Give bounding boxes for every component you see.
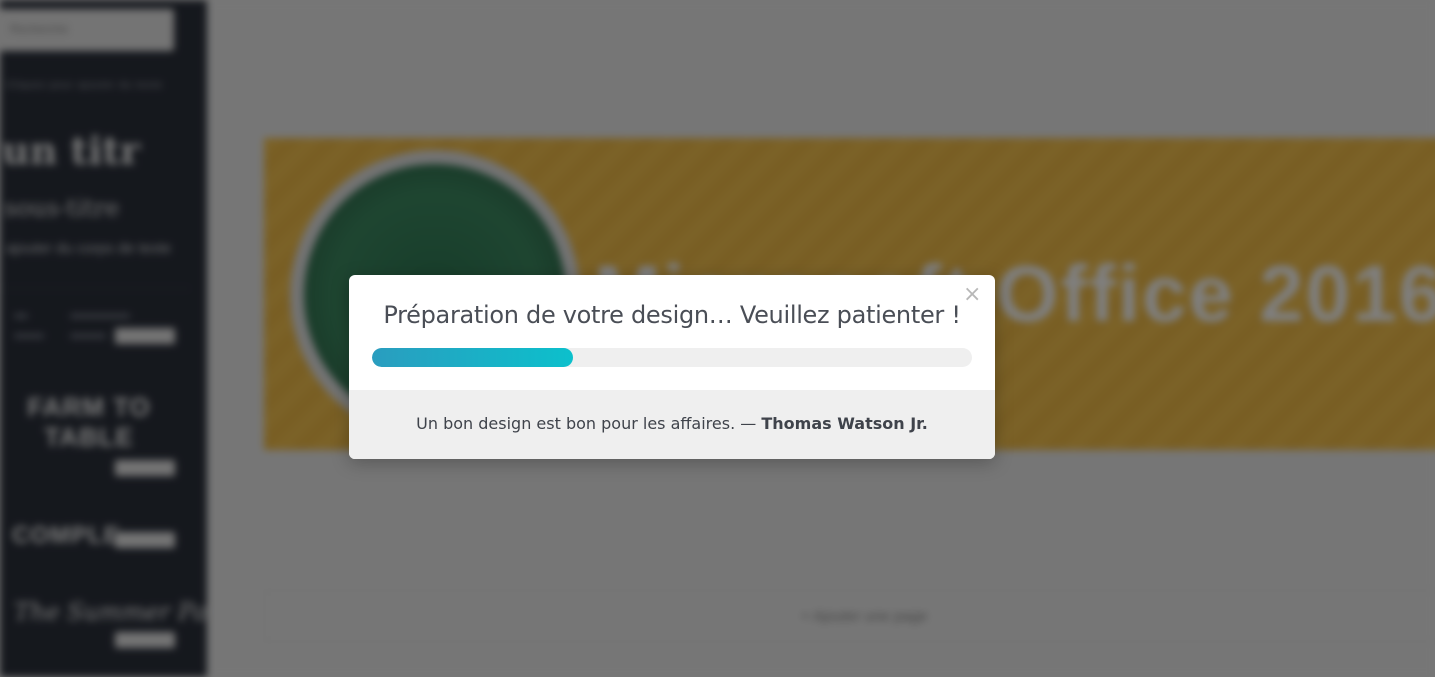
loading-modal: × Préparation de votre design… Veuillez … xyxy=(349,275,995,459)
modal-quote: Un bon design est bon pour les affaires.… xyxy=(349,390,995,459)
progress-bar xyxy=(372,348,972,367)
quote-author: Thomas Watson Jr. xyxy=(761,414,928,433)
progress-bar-fill xyxy=(372,348,573,367)
quote-text: Un bon design est bon pour les affaires.… xyxy=(416,414,762,433)
modal-title: Préparation de votre design… Veuillez pa… xyxy=(383,301,961,329)
